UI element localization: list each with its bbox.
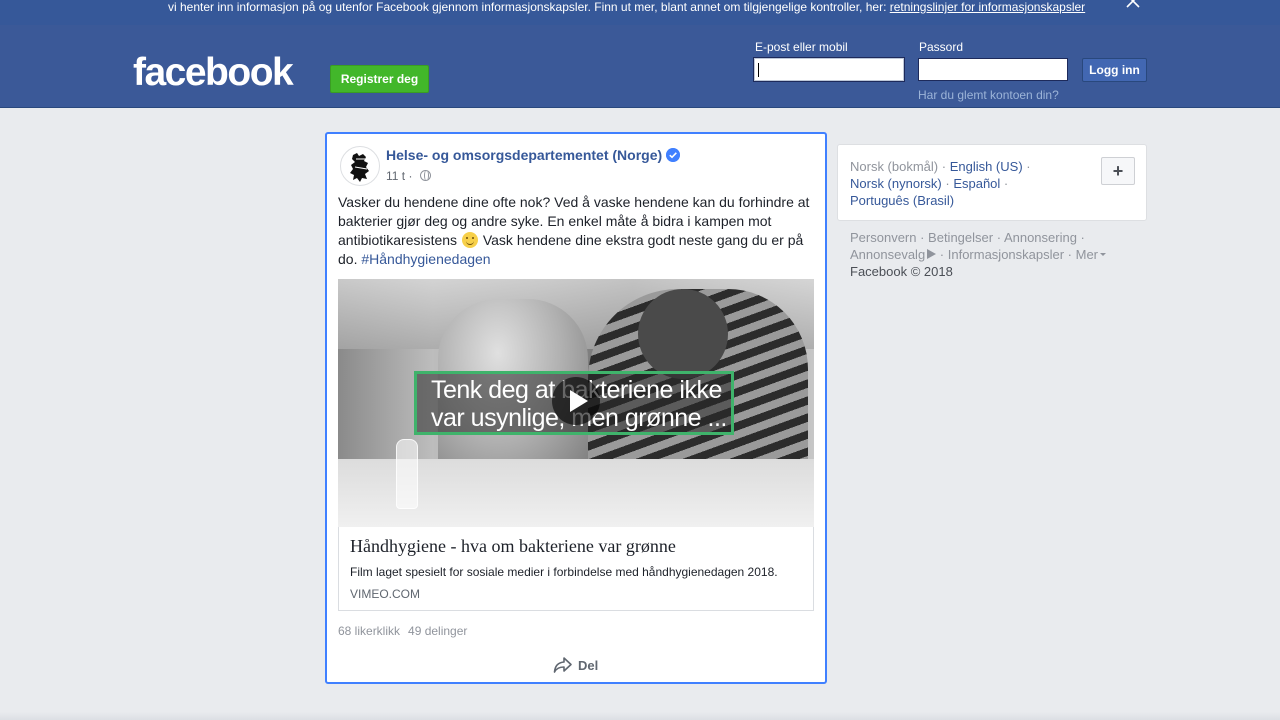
email-field[interactable] — [753, 57, 905, 82]
add-language-button[interactable]: + — [1101, 157, 1135, 185]
forgot-account-link[interactable]: Har du glemt kontoen din? — [918, 88, 1059, 102]
link-title[interactable]: Håndhygiene - hva om bakteriene var grøn… — [350, 536, 676, 557]
copyright: Facebook © 2018 — [850, 264, 953, 279]
footer-separator: · — [993, 230, 1004, 245]
footer-link-informasjonskapsler[interactable]: Informasjonskapsler — [948, 247, 1064, 262]
email-label: E-post eller mobil — [755, 40, 848, 54]
post-message: Vasker du hendene dine ofte nok? Ved å v… — [338, 193, 820, 269]
post-stats: 68 likerklikk 49 delinger — [338, 624, 475, 638]
language-option-english-us[interactable]: English (US) — [950, 159, 1023, 174]
footer-link-mer[interactable]: Mer — [1076, 247, 1098, 262]
cookie-policy-link[interactable]: retningslinjer for informasjonskapsler — [890, 0, 1085, 14]
post-meta: 11 t · — [386, 169, 431, 183]
share-arrow-icon — [553, 657, 572, 673]
globe-icon — [419, 170, 431, 181]
password-label: Passord — [919, 40, 964, 54]
likes-count[interactable]: 68 likerklikk — [338, 624, 400, 638]
cookie-banner-text: vi henter inn informasjon på og utenfor … — [168, 0, 1085, 14]
footer-separator: · — [916, 230, 929, 245]
post-card: Helse- og omsorgsdepartementet (Norge) 1… — [325, 132, 827, 684]
meta-separator: · — [405, 169, 416, 183]
password-field[interactable] — [918, 58, 1068, 81]
smiley-icon — [461, 232, 478, 248]
login-button[interactable]: Logg inn — [1082, 58, 1147, 82]
cookie-banner: vi henter inn informasjon på og utenfor … — [0, 0, 1280, 25]
language-separator: · — [1022, 159, 1031, 174]
language-current: Norsk (bokmål) — [850, 159, 939, 174]
language-separator: · — [941, 176, 954, 191]
language-option-norsk-nynorsk[interactable]: Norsk (nynorsk) — [850, 176, 942, 191]
footer-links: Personvern · Betingelser · Annonsering ·… — [850, 229, 1140, 280]
language-separator: · — [1000, 176, 1009, 191]
video-figure-head — [638, 289, 728, 379]
header: facebook Registrer deg E-post eller mobi… — [0, 25, 1280, 108]
footer-link-personvern[interactable]: Personvern — [850, 230, 916, 245]
language-separator: · — [938, 159, 950, 174]
footer-separator: · — [1064, 247, 1076, 262]
link-domain: VIMEO.COM — [350, 587, 421, 601]
verified-badge-icon — [666, 148, 680, 162]
footer-link-annonsevalg[interactable]: Annonsevalg — [850, 247, 925, 262]
post-timestamp[interactable]: 11 t — [386, 169, 405, 183]
page-name-link[interactable]: Helse- og omsorgsdepartementet (Norge) — [386, 147, 662, 163]
share-button[interactable]: Del — [553, 654, 598, 676]
facebook-logo[interactable]: facebook — [133, 50, 294, 96]
link-preview-card[interactable]: Håndhygiene - hva om bakteriene var grøn… — [338, 527, 814, 611]
language-selector: Norsk (bokmål) · English (US) · Norsk (n… — [837, 144, 1147, 221]
link-description: Film laget spesielt for sosiale medier i… — [350, 565, 778, 579]
video-player[interactable]: Tenk deg at bakteriene ikke var usynlige… — [338, 279, 814, 527]
cookie-banner-message: vi henter inn informasjon på og utenfor … — [168, 0, 890, 14]
language-list: Norsk (bokmål) · English (US) · Norsk (n… — [850, 158, 1090, 209]
footer-separator: · — [936, 247, 948, 262]
footer-separator: · — [1076, 230, 1085, 245]
adchoices-icon — [927, 249, 937, 259]
hashtag-link[interactable]: #Håndhygienedagen — [361, 251, 490, 267]
footer-link-annonsering[interactable]: Annonsering — [1004, 230, 1077, 245]
shares-count[interactable]: 49 delinger — [408, 624, 467, 638]
language-option-portugues-brasil[interactable]: Português (Brasil) — [850, 193, 954, 208]
footer-link-betingelser[interactable]: Betingelser — [928, 230, 993, 245]
coat-of-arms-icon — [350, 153, 369, 182]
caret-down-icon — [1100, 253, 1107, 256]
video-bottle — [396, 439, 418, 509]
register-button[interactable]: Registrer deg — [330, 65, 429, 93]
play-icon[interactable] — [552, 377, 600, 425]
language-option-espanol[interactable]: Español — [953, 176, 1000, 191]
text-caret — [758, 63, 759, 77]
close-icon[interactable] — [1125, 0, 1141, 9]
share-label: Del — [578, 657, 599, 673]
page-avatar[interactable] — [340, 146, 380, 186]
bottom-edge — [0, 712, 1280, 720]
